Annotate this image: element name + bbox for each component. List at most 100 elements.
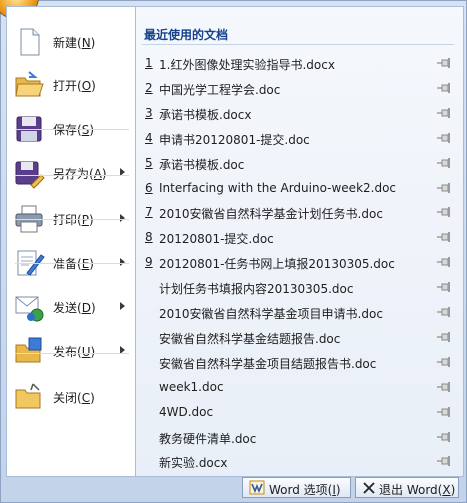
menu-item-tail: ): [90, 345, 96, 359]
menu-item-accelerator: C: [81, 391, 91, 405]
recent-document-name: 1.红外图像处理实验指导书.docx: [159, 58, 335, 72]
menu-item-accelerator: A: [93, 167, 102, 181]
menu-item-tail: ): [89, 257, 94, 271]
menu-item-new-document[interactable]: 新建(N): [7, 22, 135, 62]
menu-separator: [15, 219, 129, 220]
pin-icon[interactable]: [436, 380, 452, 394]
recent-document-item[interactable]: 3 承诺书模板.docx: [136, 101, 463, 125]
close-folder-icon: [13, 381, 45, 413]
new-document-icon: [13, 26, 45, 58]
recent-document-item[interactable]: 8 20120801-提交.doc: [136, 225, 463, 249]
menu-separator: [15, 353, 129, 354]
menu-item-tail: ): [90, 301, 96, 315]
menu-item-label: 发布(U): [53, 343, 95, 360]
recent-document-item[interactable]: 教务硬件清单.doc: [136, 425, 463, 449]
menu-item-publish[interactable]: 发布(U): [7, 331, 135, 371]
menu-item-label: 关闭(C): [53, 389, 95, 406]
recent-document-item[interactable]: 2 中国光学工程学会.doc: [136, 76, 463, 100]
pin-icon[interactable]: [436, 131, 452, 145]
word-options-tail: ): [335, 483, 341, 497]
recent-document-item[interactable]: 安徽省自然科学基金项目结题报告书.doc: [136, 350, 463, 374]
pin-icon[interactable]: [436, 305, 452, 319]
menu-item-tail: ): [88, 213, 94, 227]
menu-item-tail: ): [89, 123, 94, 137]
menu-item-text: 新建(: [53, 36, 82, 50]
command-pane: 新建(N) 打开(O) 保存(S) 另存为(A) 打印(P) 准备(E) 发送(D) 发布(U…: [6, 6, 135, 477]
menu-footer: Word 选项(I) 退出 Word(X): [6, 475, 462, 500]
pin-icon[interactable]: [436, 355, 452, 369]
menu-item-save-as[interactable]: 另存为(A): [7, 153, 135, 193]
pin-icon[interactable]: [436, 255, 452, 269]
menu-separator: [15, 175, 129, 176]
exit-word-button[interactable]: 退出 Word(X): [355, 477, 459, 498]
recent-document-number: 3: [145, 105, 153, 120]
recent-document-name: 2010安徽省自然科学基金计划任务书.doc: [159, 207, 383, 222]
submenu-arrow-icon: [120, 214, 125, 222]
recent-document-item[interactable]: 1 1.红外图像处理实验指导书.docx: [136, 51, 463, 75]
menu-item-accelerator: O: [81, 79, 92, 93]
word-options-icon: [249, 480, 265, 495]
recent-document-name: 4WD.doc: [159, 404, 214, 419]
recent-document-item[interactable]: 新实验.docx: [136, 449, 463, 473]
recent-document-name: 承诺书模板.docx: [159, 107, 252, 122]
menu-item-accelerator: N: [81, 36, 91, 50]
menu-item-open-folder[interactable]: 打开(O): [7, 65, 135, 105]
menu-item-send[interactable]: 发送(D): [7, 287, 135, 327]
recent-document-number: 2: [145, 80, 153, 95]
pin-icon[interactable]: [436, 81, 452, 95]
recent-document-item[interactable]: 2010安徽省自然科学基金项目申请书.doc: [136, 300, 463, 324]
recent-document-item[interactable]: 计划任务书填报内容20130305.doc: [136, 275, 463, 299]
menu-item-close-folder[interactable]: 关闭(C): [7, 377, 135, 417]
recent-document-name: 中国光学工程学会.doc: [159, 82, 281, 97]
recent-document-item[interactable]: 5 承诺书模板.doc: [136, 151, 463, 175]
menu-item-label: 打开(O): [53, 77, 96, 94]
pin-icon[interactable]: [436, 205, 452, 219]
menu-item-accelerator: P: [81, 213, 89, 227]
menu-item-label: 新建(N): [53, 34, 95, 51]
word-options-label: Word 选项(: [269, 483, 333, 497]
recent-documents-title: 最近使用的文档: [144, 28, 229, 42]
submenu-arrow-icon: [120, 302, 125, 310]
pin-icon[interactable]: [436, 106, 452, 120]
recent-document-item[interactable]: week1.doc: [136, 375, 463, 399]
pin-icon[interactable]: [436, 405, 452, 419]
recent-document-item[interactable]: 4 申请书20120801-提交.doc: [136, 126, 463, 150]
exit-word-label: 退出 Word(: [379, 483, 443, 497]
recent-document-number: 1: [145, 56, 153, 70]
menu-item-label: 另存为(A): [53, 165, 107, 182]
recent-document-number: 5: [145, 155, 153, 170]
publish-icon: [13, 335, 45, 367]
word-options-button[interactable]: Word 选项(I): [242, 477, 351, 498]
menu-separator: [15, 129, 129, 130]
recent-document-name: 计划任务书填报内容20130305.doc: [159, 282, 354, 297]
recent-document-item[interactable]: 7 2010安徽省自然科学基金计划任务书.doc: [136, 200, 463, 224]
recent-document-number: 4: [145, 130, 153, 145]
pin-icon[interactable]: [436, 430, 452, 444]
menu-separator: [15, 263, 129, 264]
menu-item-tail: ): [91, 79, 96, 93]
recent-documents-pane: 最近使用的文档 1 1.红外图像处理实验指导书.docx 2 中国光学工程学会.doc…: [135, 6, 464, 477]
menu-item-accelerator: D: [81, 301, 91, 315]
save-as-icon: [13, 157, 45, 189]
recent-document-item[interactable]: 6 Interfacing with the Arduino-week2.doc: [136, 176, 463, 200]
pin-icon[interactable]: [436, 330, 452, 344]
exit-x-icon: [363, 482, 375, 494]
pin-icon[interactable]: [436, 280, 452, 294]
recent-document-item[interactable]: 9 20120801-任务书网上填报20130305.doc: [136, 250, 463, 274]
pin-icon[interactable]: [436, 181, 452, 195]
send-icon: [13, 291, 45, 323]
menu-item-text: 另存为(: [53, 167, 94, 181]
recent-document-item[interactable]: 安徽省自然科学基金结题报告.doc: [136, 325, 463, 349]
recent-document-number: 6: [145, 180, 153, 195]
recent-document-name: 20120801-提交.doc: [159, 232, 274, 247]
pin-icon[interactable]: [436, 454, 452, 468]
recent-document-name: Interfacing with the Arduino-week2.doc: [159, 180, 397, 195]
pin-icon[interactable]: [436, 156, 452, 170]
menu-item-text: 发布(: [53, 345, 82, 359]
recent-document-number: 9: [145, 255, 153, 270]
pin-icon[interactable]: [436, 230, 452, 244]
pin-icon[interactable]: [436, 56, 452, 70]
submenu-arrow-icon: [120, 258, 125, 266]
recent-document-item[interactable]: 4WD.doc: [136, 400, 463, 424]
recent-document-name: 教务硬件清单.doc: [159, 431, 257, 446]
